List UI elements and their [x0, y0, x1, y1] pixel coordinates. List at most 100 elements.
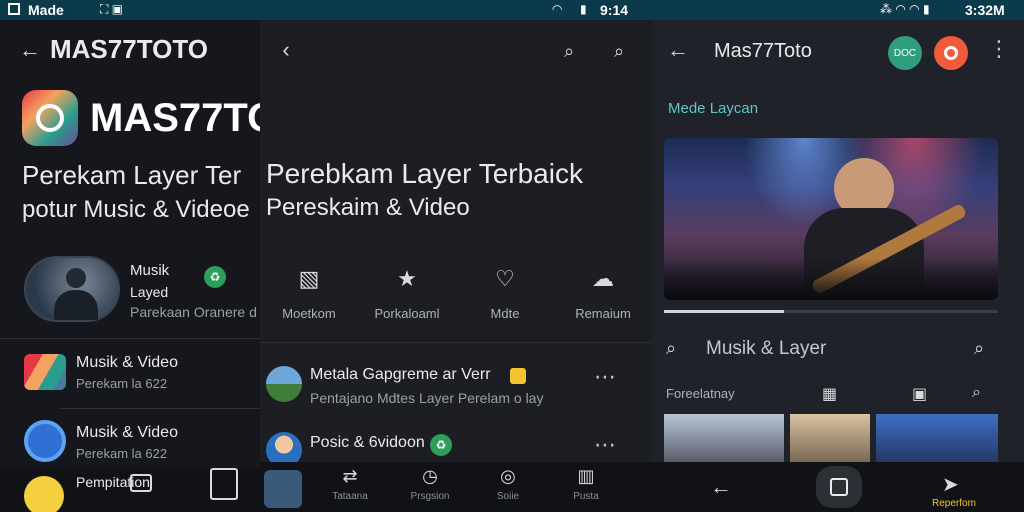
battery-icon: ▮: [580, 2, 587, 16]
pointer-icon[interactable]: ➤: [942, 472, 959, 497]
category-label: Moetkom: [282, 306, 336, 321]
right-panel: ← Mas77Toto DOC ⋮ Mede Laycan ⌕ Musik & …: [652, 20, 1024, 512]
category-label: Porkaloaml: [374, 306, 440, 321]
system-nav-bar: ← ➤ Reperfom: [652, 462, 1024, 512]
divider: [60, 408, 260, 409]
category-label: Mdte: [490, 306, 520, 321]
record-icon: [944, 46, 958, 60]
featured-subtitle: Layed: [130, 284, 169, 300]
headline: Perebkam Layer Terbaick: [266, 158, 583, 189]
person-icon: [66, 268, 86, 288]
avatar-text: DOC: [893, 47, 917, 59]
progress-fill: [664, 310, 785, 313]
status-time-1: 9:14: [600, 2, 629, 18]
featured-title: Musik: [130, 262, 170, 279]
square-icon: [830, 478, 848, 496]
person-body-icon: [54, 290, 98, 320]
left-panel: ← MAS77TOTO MAS77TOTO Perekam Layer Ter …: [0, 20, 260, 512]
list-item[interactable]: Musik & Video Perekam la 622: [0, 346, 260, 404]
shuffle-icon: ⇄: [342, 466, 358, 486]
search-circle-icon: ◎: [500, 466, 516, 486]
list-item-subtitle: Perekam la 622: [76, 446, 168, 461]
more-options-icon[interactable]: ⋯: [594, 432, 617, 458]
featured-video-thumbnail[interactable]: [664, 138, 998, 300]
wifi-icon: ◠: [552, 2, 563, 16]
list-item[interactable]: Musik & Video Perekam la 622: [0, 414, 260, 472]
nav-item[interactable]: ▥ Pusta: [556, 466, 616, 502]
list-item[interactable]: Posic & 6vidoon ♻ ⋯: [260, 426, 652, 468]
bookmark-icon[interactable]: [210, 468, 238, 500]
cloud-icon: ☁: [592, 266, 614, 291]
category-item[interactable]: ☁ Remaium: [554, 266, 652, 326]
star-icon: ★: [397, 266, 417, 291]
divider: [0, 338, 260, 339]
category-row: ▧ Moetkom ★ Porkaloaml ♡ Mdte ☁ Remaium: [260, 266, 652, 326]
yellow-app-icon: [24, 476, 64, 512]
featured-avatar[interactable]: [24, 256, 120, 322]
status-time-2: 3:32M: [965, 2, 1005, 18]
brand-title-large: MAS77TOTO: [90, 96, 260, 140]
more-options-icon[interactable]: ⋯: [594, 364, 617, 390]
video-icon[interactable]: ▦: [822, 384, 837, 404]
list-item[interactable]: Metala Gapgreme ar Verr Pentajano Mdtes …: [260, 356, 652, 414]
page-title: Mas77Toto: [714, 40, 812, 62]
overflow-menu-icon[interactable]: ⋮: [988, 36, 1011, 62]
search-icon[interactable]: ⌕: [666, 338, 676, 359]
back-nav-icon[interactable]: ←: [710, 474, 732, 500]
category-label: Remaium: [575, 306, 631, 321]
back-arrow-icon[interactable]: ←: [18, 37, 42, 62]
list-item-subtitle: Perekam la 622: [76, 376, 168, 391]
search-icon[interactable]: ⌕: [558, 40, 580, 62]
nav-label: Prsgsion: [410, 491, 450, 502]
bottom-nav-bar: ⇄ Tataana ◷ Prsgsion ◎ Soiie ▥ Pusta: [260, 462, 652, 512]
search-input[interactable]: Musik & Layer: [706, 338, 826, 360]
image-icon: ▧: [298, 266, 320, 291]
nav-item[interactable]: ◎ Soiie: [478, 466, 538, 502]
landscape-thumb-icon: [266, 366, 302, 402]
status-left-text: Made: [28, 2, 64, 18]
category-item[interactable]: ♡ Mdte: [456, 266, 554, 326]
search-icon-3[interactable]: ⌕: [972, 384, 981, 402]
back-chevron-icon[interactable]: ‹: [274, 37, 298, 62]
divider: [260, 342, 652, 343]
crowd-icon: [664, 258, 998, 300]
nav-label: Reperfom: [932, 498, 976, 509]
recycle-badge-icon: ♻: [430, 434, 452, 456]
list-item-title: Posic & 6vidoon: [310, 434, 425, 451]
nav-item[interactable]: ⇄ Tataana: [320, 466, 380, 502]
progress-track[interactable]: [664, 310, 998, 313]
list-item-title: Musik & Video: [76, 354, 178, 371]
timer-icon: ◷: [422, 466, 438, 486]
nav-label: Tataana: [332, 491, 368, 502]
globe-app-icon: [24, 420, 66, 462]
subline: potur Music & Videoe: [22, 196, 250, 223]
screen: Made ⛶ ▣ ◠ ▮ 9:14 ⁂ ◠ ◠ ▮ 3:32M ← MAS77T…: [0, 0, 1024, 512]
recycle-badge-icon: ♻: [204, 266, 226, 288]
search-icon-2[interactable]: ⌕: [608, 40, 630, 62]
list-item-subtitle: Pentajano Mdtes Layer Perelam o lay: [310, 390, 544, 406]
record-button[interactable]: [934, 36, 968, 70]
status-right-icons: ⁂ ◠ ◠ ▮: [880, 2, 930, 16]
search-icon-2[interactable]: ⌕: [974, 338, 984, 359]
status-left-icons: ⛶ ▣: [100, 2, 124, 16]
section-label: Mede Laycan: [668, 100, 759, 117]
list-item-title: Musik & Video: [76, 424, 178, 441]
emoji-badge-icon: [510, 368, 526, 384]
category-item[interactable]: ▧ Moetkom: [260, 266, 358, 326]
middle-panel: ‹ ⌕ ⌕ Perebkam Layer Terbaick Pereskaim …: [260, 20, 652, 512]
nav-label: Pusta: [573, 491, 599, 502]
app-badge-icon: [8, 3, 20, 15]
library-icon: ▥: [577, 466, 595, 486]
avatar[interactable]: DOC: [888, 36, 922, 70]
colorful-app-icon: [24, 354, 66, 390]
tablet-icon[interactable]: [130, 474, 152, 492]
heart-icon: ♡: [495, 266, 515, 291]
headline: Perekam Layer Ter: [22, 160, 242, 190]
home-nav-button[interactable]: [816, 466, 862, 508]
list-item-title: Metala Gapgreme ar Verr: [310, 366, 491, 383]
nav-item[interactable]: ◷ Prsgsion: [400, 466, 460, 502]
nav-label: Soiie: [496, 491, 520, 502]
category-item[interactable]: ★ Porkaloaml: [358, 266, 456, 326]
clipboard-icon[interactable]: ▣: [912, 384, 927, 404]
back-arrow-icon[interactable]: ←: [666, 37, 690, 62]
